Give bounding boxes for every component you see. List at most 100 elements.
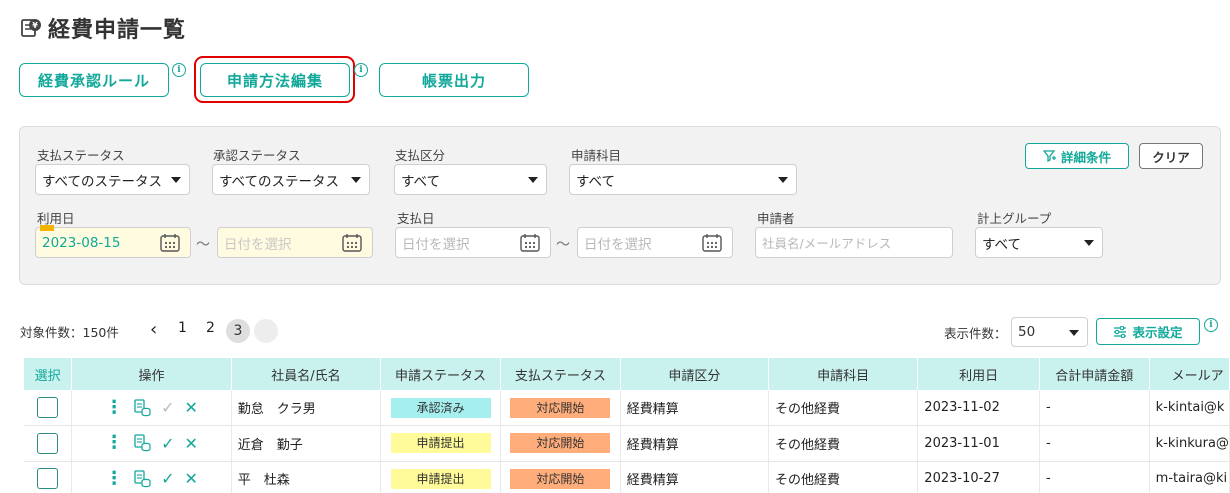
employee-name[interactable]: 勤怠 クラ男: [231, 390, 382, 426]
email: m-taira@ki: [1149, 461, 1230, 493]
payment-status-value: すべてのステータス: [42, 173, 163, 190]
info-icon[interactable]: i: [1204, 318, 1218, 332]
reject-cross-icon[interactable]: ✕: [185, 469, 198, 488]
operations-cell: ⋮ ✓ ✕: [71, 390, 232, 426]
col-total-amount[interactable]: 合計申請金額: [1039, 358, 1150, 390]
col-email[interactable]: メールア: [1149, 358, 1230, 390]
caret-down-icon: [528, 177, 538, 183]
per-page-label: 表示件数：: [944, 326, 1007, 341]
application-type: 経費精算: [620, 425, 769, 462]
calendar-icon[interactable]: [520, 234, 540, 252]
col-select: 選択: [24, 358, 73, 390]
display-settings-label: 表示設定: [1132, 325, 1183, 340]
use-date: 2023-11-02: [917, 390, 1040, 426]
expense-report-icon: ¥: [21, 19, 41, 37]
operations-cell: ⋮ ✓ ✕: [71, 425, 232, 462]
detail-conditions-button[interactable]: 詳細条件: [1025, 143, 1129, 169]
flag-icon: [40, 225, 54, 231]
application-status-cell: 承認済み: [380, 390, 501, 426]
result-count: 対象件数：150件: [20, 325, 119, 340]
col-employee-name[interactable]: 社員名/氏名: [231, 358, 382, 390]
payment-type-label: 支払区分: [395, 148, 446, 163]
col-application-status[interactable]: 申請ステータス: [380, 358, 501, 390]
select-cell: [24, 390, 73, 426]
display-settings-button[interactable]: 表示設定: [1096, 318, 1200, 345]
payment-status-cell: 対応開始: [500, 390, 621, 426]
range-tilde: 〜: [556, 237, 570, 253]
use-date-from-input[interactable]: 2023-08-15: [35, 227, 191, 258]
more-menu-icon[interactable]: ⋮: [105, 398, 123, 417]
pay-date-to-placeholder: 日付を選択: [584, 236, 652, 253]
payment-badge: 対応開始: [510, 433, 611, 454]
calendar-icon[interactable]: [160, 234, 180, 252]
use-date-from-value: 2023-08-15: [42, 234, 121, 251]
application-status-cell: 申請提出: [380, 425, 501, 462]
status-badge: 申請提出: [390, 468, 491, 489]
payment-badge: 対応開始: [510, 397, 611, 418]
info-icon[interactable]: i: [354, 63, 368, 77]
total-amount: -: [1039, 390, 1150, 426]
next-page-button[interactable]: [254, 319, 278, 343]
row-checkbox[interactable]: [37, 468, 59, 490]
approval-rules-button[interactable]: 経費承認ルール: [19, 63, 169, 97]
subject: その他経費: [768, 390, 919, 426]
applicant-input[interactable]: 社員名/メールアドレス: [755, 227, 953, 258]
page-title-text: 経費申請一覧: [48, 18, 187, 43]
payment-status-select[interactable]: すべてのステータス: [35, 164, 190, 195]
page-3-current[interactable]: 3: [226, 319, 250, 343]
pay-date-label: 支払日: [397, 211, 435, 226]
email: k-kintai@k: [1149, 390, 1230, 426]
per-page-select[interactable]: 50: [1011, 317, 1088, 347]
row-checkbox[interactable]: [37, 432, 59, 454]
svg-text:¥: ¥: [32, 21, 38, 30]
col-payment-status[interactable]: 支払ステータス: [500, 358, 621, 390]
employee-name[interactable]: 平 杜森: [231, 461, 382, 493]
more-menu-icon[interactable]: ⋮: [105, 469, 123, 488]
subject-label: 申請科目: [571, 148, 622, 163]
subject-value: すべて: [576, 173, 616, 190]
use-date-to-input[interactable]: 日付を選択: [217, 227, 373, 258]
group-select[interactable]: すべて: [975, 227, 1103, 258]
caret-down-icon: [351, 177, 361, 183]
select-cell: [24, 461, 73, 493]
col-operations: 操作: [71, 358, 232, 390]
col-subject[interactable]: 申請科目: [768, 358, 919, 390]
payment-type-select[interactable]: すべて: [394, 164, 547, 195]
col-application-type[interactable]: 申請区分: [620, 358, 769, 390]
employee-name[interactable]: 近倉 勤子: [231, 425, 382, 462]
table-row: ⋮ ✓ ✕ 勤怠 クラ男 承認済み 対応開始 経費精算 その他経費 2023-1…: [24, 390, 1230, 426]
database-copy-icon[interactable]: [133, 434, 151, 452]
caret-down-icon: [778, 177, 788, 183]
approval-status-select[interactable]: すべてのステータス: [212, 164, 370, 195]
reject-cross-icon[interactable]: ✕: [185, 434, 198, 453]
approve-check-icon[interactable]: ✓: [161, 469, 174, 488]
page-1[interactable]: 1: [178, 320, 187, 336]
page-2[interactable]: 2: [206, 320, 215, 336]
row-checkbox[interactable]: [37, 397, 59, 418]
applicant-label: 申請者: [757, 211, 795, 226]
sliders-icon: [1114, 325, 1127, 338]
report-output-button[interactable]: 帳票出力: [379, 63, 529, 97]
pay-date-to-input[interactable]: 日付を選択: [577, 227, 733, 258]
payment-type-value: すべて: [401, 173, 441, 190]
approval-status-value: すべてのステータス: [219, 173, 340, 190]
approve-check-icon[interactable]: ✓: [161, 398, 174, 417]
status-badge: 承認済み: [390, 397, 491, 418]
calendar-icon[interactable]: [702, 234, 722, 252]
pay-date-from-input[interactable]: 日付を選択: [395, 227, 551, 258]
payment-status-cell: 対応開始: [500, 425, 621, 462]
prev-page-icon[interactable]: ‹: [150, 319, 157, 340]
more-menu-icon[interactable]: ⋮: [105, 434, 123, 452]
reject-cross-icon[interactable]: ✕: [185, 398, 198, 417]
subject-select[interactable]: すべて: [569, 164, 797, 195]
calendar-icon[interactable]: [342, 234, 362, 252]
use-date: 2023-10-27: [917, 461, 1040, 493]
info-icon[interactable]: i: [172, 63, 186, 77]
database-copy-icon[interactable]: [133, 398, 151, 417]
col-use-date[interactable]: 利用日: [917, 358, 1040, 390]
total-amount: -: [1039, 425, 1150, 462]
email: k-kinkura@: [1149, 425, 1230, 462]
clear-button[interactable]: クリア: [1139, 143, 1203, 169]
approve-check-icon[interactable]: ✓: [161, 434, 174, 453]
database-copy-icon[interactable]: [133, 470, 151, 488]
